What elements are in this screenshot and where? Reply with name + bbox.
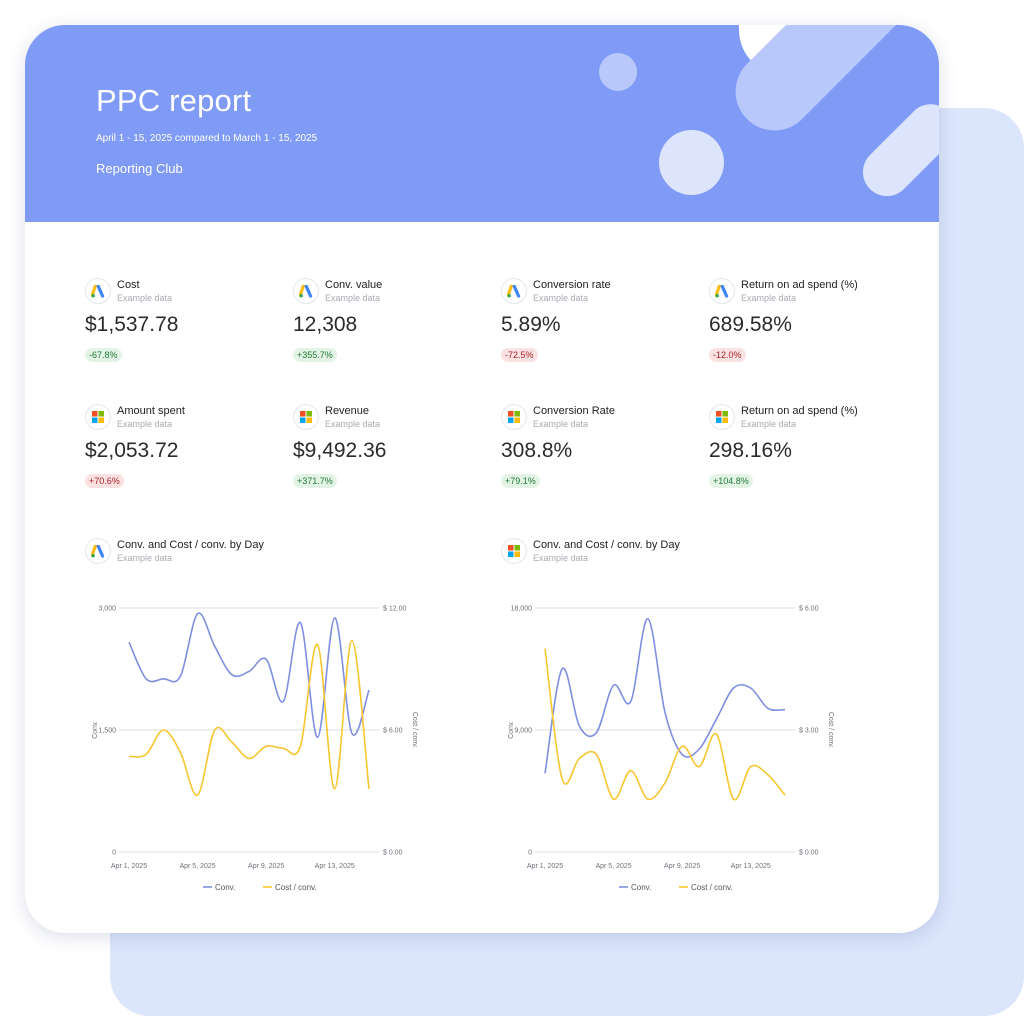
kpi-value: 12,308 [293, 313, 358, 336]
y2-tick-label: $ 3.00 [799, 728, 819, 735]
kpi-change-badge: +79.1% [501, 474, 540, 488]
kpi-card: Cost Example data $1,537.78 -67.8% [85, 278, 285, 378]
kpi-value: $1,537.78 [85, 313, 179, 336]
decorative-circle [659, 130, 724, 195]
y-tick-label: 0 [528, 850, 532, 857]
kpi-description: Example data [741, 419, 797, 429]
line-chart-card: Conv. and Cost / conv. by Day Example dat… [501, 538, 841, 892]
google-ads-icon [85, 538, 111, 564]
chart-description: Example data [533, 553, 589, 563]
decorative-circle [599, 53, 637, 91]
kpi-value: 298.16% [709, 439, 792, 462]
kpi-description: Example data [533, 293, 589, 303]
y2-tick-label: $ 0.00 [383, 850, 403, 857]
decorative-pill [853, 94, 939, 206]
kpi-description: Example data [325, 293, 381, 303]
x-tick-label: Apr 1, 2025 [527, 863, 563, 870]
report-card: PPC report April 1 - 15, 2025 compared t… [25, 25, 939, 933]
series-line-cost-per-conv [128, 639, 370, 796]
y2-tick-label: $ 12.00 [383, 606, 406, 613]
x-tick-label: Apr 1, 2025 [111, 863, 147, 870]
kpi-value: 5.89% [501, 313, 561, 336]
kpi-card: Revenue Example data $9,492.36 +371.7% [293, 404, 493, 504]
kpi-name: Return on ad spend (%) [741, 279, 858, 291]
microsoft-ads-icon [501, 404, 527, 430]
chart-description: Example data [117, 553, 173, 563]
line-chart: 0 1,500 3,000 $ 0.00 $ 6.00 $ 12.00 Apr 1, 202… [92, 606, 418, 893]
kpi-card: Conversion rate Example data 5.89% -72.5% [501, 278, 701, 378]
kpi-change-badge: +355.7% [293, 348, 337, 362]
legend-label[interactable]: Cost / conv. [691, 883, 733, 892]
y2-tick-label: $ 0.00 [799, 850, 819, 857]
kpi-name: Return on ad spend (%) [741, 405, 858, 417]
chart-title: Conv. and Cost / conv. by Day [533, 539, 680, 551]
kpi-description: Example data [117, 293, 173, 303]
kpi-change-badge: +371.7% [293, 474, 337, 488]
report-title: PPC report [96, 83, 252, 118]
legend-label[interactable]: Cost / conv. [275, 883, 317, 892]
y2-axis-title: Cost / conv. [411, 712, 418, 748]
x-tick-label: Apr 5, 2025 [595, 863, 631, 870]
kpi-change-badge: +70.6% [85, 474, 124, 488]
kpi-name: Conversion rate [533, 279, 611, 291]
kpi-description: Example data [533, 419, 589, 429]
chart-title: Conv. and Cost / conv. by Day [117, 539, 264, 551]
kpi-value: $9,492.36 [293, 439, 387, 462]
y-tick-label: 3,000 [98, 606, 116, 613]
microsoft-ads-icon [293, 404, 319, 430]
y-tick-label: 18,000 [511, 606, 533, 613]
y-tick-label: 9,000 [514, 728, 532, 735]
kpi-change-badge: +104.8% [709, 474, 753, 488]
legend-label[interactable]: Conv. [215, 883, 235, 892]
y-tick-label: 0 [112, 850, 116, 857]
google-ads-icon [293, 278, 319, 304]
series-line-conv [128, 612, 370, 739]
kpi-card: Amount spent Example data $2,053.72 +70.6% [85, 404, 285, 504]
kpi-name: Conversion Rate [533, 405, 615, 417]
x-tick-label: Apr 5, 2025 [179, 863, 215, 870]
kpi-name: Amount spent [117, 405, 185, 417]
kpi-card: Conversion Rate Example data 308.8% +79.1% [501, 404, 701, 504]
kpi-name: Conv. value [325, 279, 383, 291]
series-line-conv [544, 617, 786, 774]
y-axis-title: Conv. [92, 721, 99, 739]
brand-name: Reporting Club [96, 161, 183, 176]
kpi-change-badge: -67.8% [85, 348, 122, 362]
kpi-value: 689.58% [709, 313, 792, 336]
kpi-card: Conv. value Example data 12,308 +355.7% [293, 278, 493, 378]
x-tick-label: Apr 9, 2025 [248, 863, 284, 870]
google-ads-icon [501, 278, 527, 304]
x-tick-label: Apr 13, 2025 [315, 863, 355, 870]
kpi-card: Return on ad spend (%) Example data 689.58… [709, 278, 909, 378]
microsoft-ads-icon [501, 538, 527, 564]
google-ads-icon [709, 278, 735, 304]
legend-label[interactable]: Conv. [631, 883, 651, 892]
kpi-change-badge: -72.5% [501, 348, 538, 362]
line-chart: 0 9,000 18,000 $ 0.00 $ 3.00 $ 6.00 Apr 1, 202… [508, 606, 834, 893]
kpi-change-badge: -12.0% [709, 348, 746, 362]
series-line-cost-per-conv [544, 648, 786, 801]
kpi-card: Return on ad spend (%) Example data 298.16… [709, 404, 909, 504]
y-axis-title: Conv. [508, 721, 515, 739]
kpi-description: Example data [741, 293, 797, 303]
kpi-name: Revenue [325, 405, 370, 417]
y-tick-label: 1,500 [98, 728, 116, 735]
kpi-name: Cost [117, 279, 140, 291]
x-tick-label: Apr 13, 2025 [731, 863, 771, 870]
y2-tick-label: $ 6.00 [383, 728, 403, 735]
kpi-description: Example data [117, 419, 173, 429]
line-chart-card: Conv. and Cost / conv. by Day Example dat… [85, 538, 425, 892]
microsoft-ads-icon [85, 404, 111, 430]
kpi-value: 308.8% [501, 439, 573, 462]
microsoft-ads-icon [709, 404, 735, 430]
kpi-description: Example data [325, 419, 381, 429]
date-range: April 1 - 15, 2025 compared to March 1 -… [96, 133, 318, 144]
y2-axis-title: Cost / conv. [827, 712, 834, 748]
kpi-value: $2,053.72 [85, 439, 179, 462]
y2-tick-label: $ 6.00 [799, 606, 819, 613]
report-header: PPC report April 1 - 15, 2025 compared t… [25, 25, 939, 222]
google-ads-icon [85, 278, 111, 304]
x-tick-label: Apr 9, 2025 [664, 863, 700, 870]
